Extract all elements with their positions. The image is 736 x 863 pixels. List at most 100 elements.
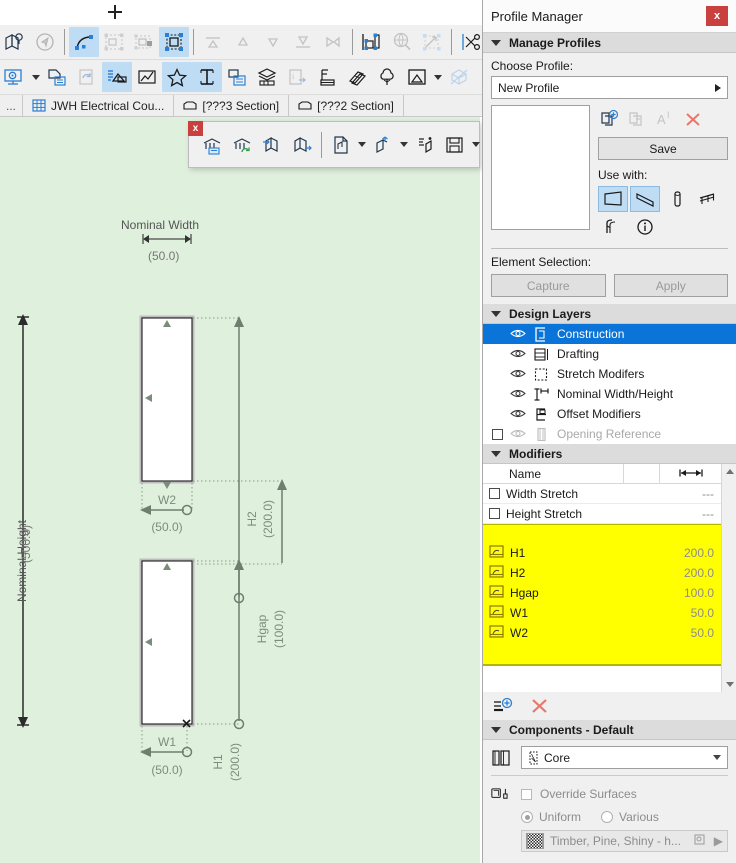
label-list-icon-button[interactable] [312,62,342,92]
compass-icon-button[interactable] [30,27,60,57]
globe-search-icon-button[interactable] [387,27,417,57]
mini-toolbar-close-button[interactable]: x [188,121,203,136]
chevron-down-icon[interactable] [432,62,444,92]
place-object-icon-button[interactable] [368,130,398,160]
export-object-icon-button[interactable] [287,130,317,160]
chevron-down-icon[interactable] [470,130,482,160]
chevron-down-icon[interactable] [356,130,368,160]
table-row[interactable]: W2 50.0 [483,623,736,643]
eye-icon[interactable] [510,388,526,400]
chart-edit-icon-button[interactable] [132,62,162,92]
drawing-canvas[interactable]: H2 (200.0) W2 (50.0) Hgap (100.0) H1 (20… [0,117,480,863]
elevation-house-icon-button[interactable] [402,62,432,92]
layer-item-opening-reference[interactable]: Opening Reference [483,424,736,444]
eye-icon[interactable] [510,348,526,360]
cut-3d-icon-button[interactable] [444,62,474,92]
edit-group-icon-button[interactable] [159,27,189,57]
modifier-value[interactable]: 200.0 [623,566,736,580]
tab-jwh-electrical[interactable]: JWH Electrical Cou... [23,95,175,116]
tags-icon-button[interactable] [342,62,372,92]
building-list-icon-button[interactable] [102,62,132,92]
refresh-page-icon-button[interactable] [72,62,102,92]
new-object-icon-button[interactable] [326,130,356,160]
delete-profile-icon[interactable] [682,108,704,130]
table-row[interactable]: Hgap 100.0 [483,583,736,603]
info-icon[interactable] [630,214,660,240]
chevron-right-icon[interactable]: ▶ [714,834,723,848]
layer-item-nominal-width-height[interactable]: Nominal Width/Height [483,384,736,404]
material-select[interactable]: Timber, Pine, Shiny - h... ▶ [521,830,728,852]
layer-item-construction[interactable]: Construction [483,324,736,344]
map-location-icon-button[interactable] [0,27,30,57]
material-preview-icon[interactable] [694,834,708,849]
table-row[interactable]: H1 200.0 [483,543,736,563]
object-settings-icon-button[interactable] [410,130,440,160]
dimension-tool-icon-button[interactable] [357,27,387,57]
polyline-edit-icon-button[interactable] [69,27,99,57]
add-modifier-icon[interactable] [493,695,515,717]
modifier-value[interactable]: 100.0 [623,586,736,600]
save-object-icon-button[interactable] [440,130,470,160]
tree-icon-button[interactable] [372,62,402,92]
apply-button[interactable]: Apply [613,274,728,297]
duplicate-doc-icon-button[interactable] [222,62,252,92]
align-down-icon-button[interactable] [258,27,288,57]
tab-overflow[interactable]: ... [0,95,24,116]
copy-page-icon-button[interactable] [42,62,72,92]
layer-item-offset-modifiers[interactable]: Offset Modifiers [483,404,736,424]
chevron-down-icon[interactable] [398,130,410,160]
various-radio-option[interactable]: Various [601,810,659,824]
group-selection-icon-button[interactable] [99,27,129,57]
align-top-icon-button[interactable] [198,27,228,57]
eye-icon[interactable] [510,408,526,420]
table-row[interactable]: Height Stretch --- [483,504,736,524]
eye-icon[interactable] [510,428,526,440]
handrail-icon[interactable] [598,214,628,240]
ungroup-selection-icon-button[interactable] [129,27,159,57]
layer-checkbox[interactable] [492,428,503,440]
tab-section-3[interactable]: [???3 Section] [174,95,290,116]
modifier-value[interactable]: 50.0 [623,626,736,640]
eye-icon[interactable] [510,328,526,340]
capture-button[interactable]: Capture [491,274,606,297]
star-icon-button[interactable] [162,62,192,92]
modifiers-scrollbar[interactable] [721,464,736,692]
modifier-value[interactable]: 200.0 [623,546,736,560]
beam-icon[interactable] [630,186,660,212]
wall-icon[interactable] [598,186,628,212]
profile-select[interactable]: New Profile [491,76,728,99]
rename-profile-icon[interactable]: AI [654,108,676,130]
scroll-up-icon[interactable] [722,464,736,479]
modifiers-section-header[interactable]: Modifiers [483,444,736,464]
settings-monitor-icon-button[interactable] [0,62,30,92]
railing-icon[interactable] [694,186,724,212]
modifier-checkbox[interactable] [489,508,500,519]
table-row[interactable]: H2 200.0 [483,563,736,583]
duplicate-profile-icon[interactable] [626,108,648,130]
override-surfaces-checkbox[interactable] [521,788,532,800]
tab-section-2[interactable]: [???2 Section] [289,95,404,116]
layer-item-stretch-modifiers[interactable]: Stretch Modifers [483,364,736,384]
various-radio[interactable] [601,811,614,823]
layers-stack-icon-button[interactable] [252,62,282,92]
manage-profiles-section-header[interactable]: Manage Profiles [483,33,736,53]
components-section-header[interactable]: Components - Default [483,720,736,740]
align-bottom-icon-button[interactable] [288,27,318,57]
modifier-value[interactable]: 50.0 [623,606,736,620]
profile-preview-box[interactable] [491,105,590,230]
delete-modifier-icon[interactable] [529,695,551,717]
align-horizontal-icon-button[interactable] [318,27,348,57]
modifier-checkbox[interactable] [489,488,500,499]
component-select[interactable]: Core [521,746,728,769]
uniform-radio[interactable] [521,811,533,823]
scroll-down-icon[interactable] [722,677,736,692]
chevron-down-icon[interactable] [30,62,42,92]
publish-icon-button[interactable]: i [282,62,312,92]
library-refresh-icon-button[interactable] [227,130,257,160]
column-icon[interactable] [662,186,692,212]
uniform-radio-option[interactable]: Uniform [521,810,581,824]
save-button[interactable]: Save [598,137,728,160]
close-icon[interactable]: x [706,6,728,26]
eye-icon[interactable] [510,368,526,380]
stretch-modifier-icon-button[interactable] [417,27,447,57]
